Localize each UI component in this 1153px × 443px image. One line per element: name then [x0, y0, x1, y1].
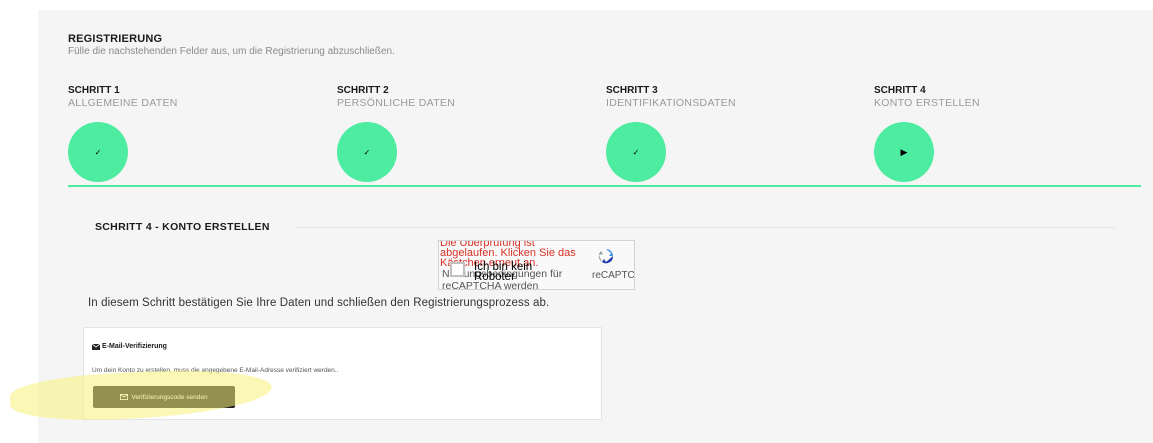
recaptcha-logo-icon [598, 249, 614, 264]
check-icon: ✓ [363, 147, 371, 157]
envelope-icon [120, 394, 129, 400]
step-1: SCHRITT 1 ALLGEMEINE DATEN [68, 85, 178, 109]
check-icon: ✓ [94, 147, 102, 157]
check-icon: ✓ [632, 147, 640, 157]
step-2-circle[interactable]: ✓ [337, 122, 397, 182]
step-3-circle[interactable]: ✓ [606, 122, 666, 182]
step-4-circle[interactable]: ▶ [874, 122, 934, 182]
step-4: SCHRITT 4 KONTO ERSTELLEN [874, 85, 980, 109]
step-label: IDENTIFIKATIONSDATEN [606, 97, 736, 109]
section-title: SCHRITT 4 - KONTO ERSTELLEN [95, 221, 270, 233]
step-3: SCHRITT 3 IDENTIFIKATIONSDATEN [606, 85, 736, 109]
step-label: ALLGEMEINE DATEN [68, 97, 178, 109]
recaptcha-label: Ich bin kein Roboter [474, 261, 533, 283]
recaptcha-widget: Nutzungsbedingungen für reCAPTCHA werden… [438, 240, 635, 290]
page-title: REGISTRIERUNG [68, 33, 163, 45]
step-2: SCHRITT 2 PERSÖNLICHE DATEN [337, 85, 455, 109]
step-number: SCHRITT 1 [68, 85, 120, 96]
send-verification-code-label: Verifizierungscode senden [131, 393, 208, 401]
step-number: SCHRITT 3 [606, 85, 658, 96]
send-verification-code-button[interactable]: Verifizierungscode senden [93, 386, 235, 408]
step-description: In diesem Schritt bestätigen Sie Ihre Da… [88, 297, 550, 309]
step-1-circle[interactable]: ✓ [68, 122, 128, 182]
envelope-icon [92, 343, 100, 350]
verification-text: Um dein Konto zu erstellen, muss die ang… [92, 367, 339, 374]
recaptcha-brand: reCAPTC [592, 270, 635, 281]
section-divider [295, 227, 1115, 228]
step-label: KONTO ERSTELLEN [874, 97, 980, 109]
email-verification-card: E-Mail-Verifizierung Um dein Konto zu er… [83, 327, 602, 420]
page-subtitle: Fülle die nachstehenden Felder aus, um d… [68, 46, 395, 57]
step-label: PERSÖNLICHE DATEN [337, 97, 456, 109]
play-icon: ▶ [900, 146, 908, 157]
verification-heading: E-Mail-Verifizierung [92, 343, 167, 350]
verification-heading-text: E-Mail-Verifizierung [102, 343, 167, 350]
progress-line [68, 185, 1141, 187]
recaptcha-checkbox[interactable] [450, 262, 465, 277]
step-number: SCHRITT 4 [874, 85, 926, 96]
step-number: SCHRITT 2 [337, 85, 389, 96]
